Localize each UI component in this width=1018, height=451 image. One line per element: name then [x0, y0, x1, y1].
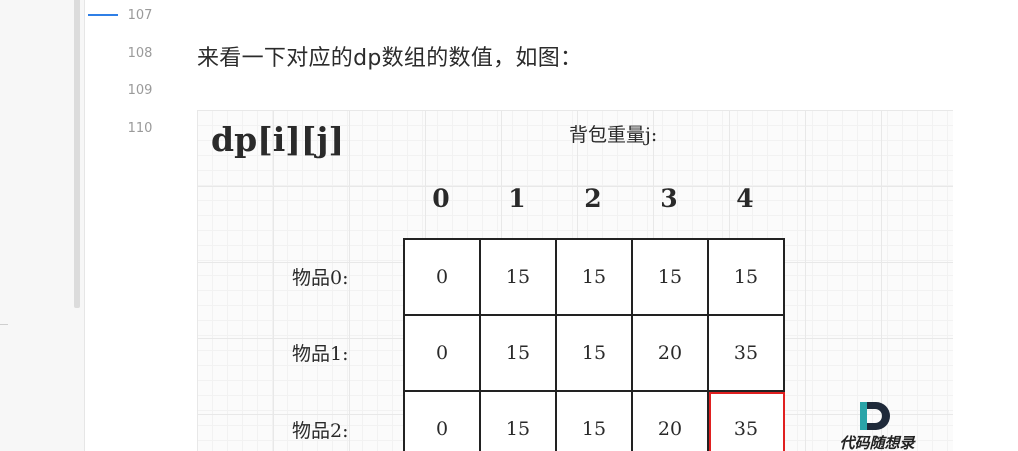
dp-grid: 0 15 15 15 15 0 15 15 20 35 0 15 15 20 3… [403, 238, 785, 451]
sidebar-divider [0, 324, 8, 325]
table-cell: 0 [405, 316, 481, 392]
table-cell: 20 [633, 316, 709, 392]
line-number: 107 [127, 8, 153, 23]
row-label: 物品2: [292, 420, 349, 442]
table-cell: 15 [557, 240, 633, 316]
table-cell: 15 [481, 240, 557, 316]
table-cell: 20 [633, 392, 709, 451]
table-cell: 15 [481, 316, 557, 392]
column-header: 3 [660, 184, 678, 213]
current-line-marker [88, 14, 118, 16]
line-number: 108 [127, 46, 153, 61]
row-label: 物品0: [292, 267, 349, 289]
table-cell: 15 [481, 392, 557, 451]
column-header: 2 [584, 184, 602, 213]
figure-title: dp[i][j] [211, 120, 345, 159]
dp-table-image[interactable]: dp[i][j] 背包重量j: 0 1 2 3 4 物品0: 物品1: 物品2:… [197, 110, 953, 451]
column-header: 1 [508, 184, 526, 213]
table-cell: 0 [405, 392, 481, 451]
watermark-logo: 代码随想录 [817, 398, 937, 451]
figure-caption: 背包重量j: [569, 124, 658, 146]
logo-text: 代码随想录 [839, 434, 915, 451]
table-cell: 0 [405, 240, 481, 316]
line-number: 110 [127, 121, 153, 136]
column-header: 4 [736, 184, 754, 213]
column-header: 0 [432, 184, 450, 213]
row-label: 物品1: [292, 343, 349, 365]
sidebar-scrollbar[interactable] [74, 0, 80, 308]
sidebar-panel [0, 0, 84, 451]
highlighted-cell: 35 [709, 392, 785, 451]
sidebar-border [84, 0, 85, 451]
table-cell: 35 [709, 316, 785, 392]
logo-d-icon [860, 402, 890, 430]
line-number: 109 [127, 83, 153, 98]
paragraph-text[interactable]: 来看一下对应的dp数组的数值，如图： [197, 40, 582, 72]
table-cell: 15 [557, 316, 633, 392]
table-cell: 15 [709, 240, 785, 316]
table-cell: 15 [633, 240, 709, 316]
table-cell: 15 [557, 392, 633, 451]
